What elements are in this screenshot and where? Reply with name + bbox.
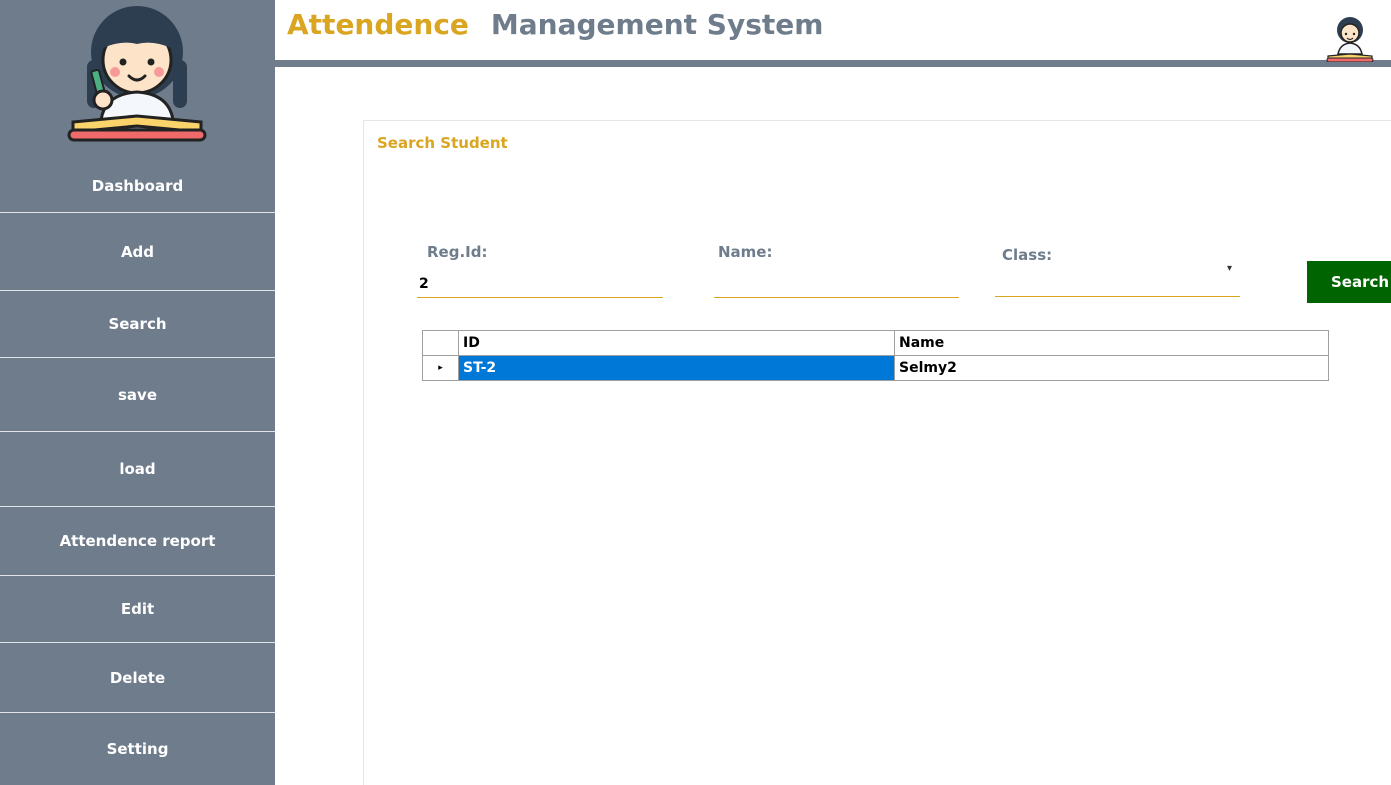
sidebar-item-label: Delete — [109, 668, 166, 687]
page-title: Attendence Management System — [287, 8, 823, 41]
panel-title: Search Student — [377, 134, 508, 152]
sidebar-item-dashboard[interactable]: Dashboard — [0, 160, 275, 212]
sidebar-item-label: Attendence report — [59, 532, 216, 550]
name-label: Name: — [718, 243, 773, 261]
sidebar-item-label: Add — [120, 242, 155, 261]
student-avatar-icon — [1326, 17, 1374, 62]
sidebar-item-add[interactable]: Add — [0, 212, 275, 290]
sidebar-item-delete[interactable]: Delete — [0, 642, 275, 712]
name-input[interactable] — [714, 271, 959, 298]
header-divider — [275, 60, 1391, 67]
row-header-corner — [422, 330, 459, 356]
sidebar-item-label: Dashboard — [91, 177, 184, 195]
search-student-panel — [363, 120, 1391, 785]
column-header-name[interactable]: Name — [894, 330, 1329, 356]
sidebar-item-load[interactable]: load — [0, 431, 275, 506]
sidebar-item-label: Setting — [106, 740, 169, 758]
grid-header-row: ID Name — [422, 330, 1329, 356]
chevron-down-icon[interactable]: ▾ — [1227, 263, 1232, 274]
row-indicator-icon[interactable]: ▸ — [422, 355, 459, 381]
regid-input[interactable] — [417, 271, 663, 298]
sidebar-item-search[interactable]: Search — [0, 290, 275, 357]
class-select[interactable]: ▾ — [995, 263, 1240, 297]
results-grid: ID Name ▸ ST-2 Selmy2 — [422, 330, 1329, 381]
title-word-1: Attendence — [287, 8, 469, 41]
column-header-id[interactable]: ID — [458, 330, 895, 356]
table-row[interactable]: ▸ ST-2 Selmy2 — [422, 355, 1329, 381]
student-reading-icon — [67, 6, 207, 142]
regid-label: Reg.Id: — [427, 243, 488, 261]
sidebar: Dashboard Add Search save load Attendenc… — [0, 0, 275, 785]
cell-id[interactable]: ST-2 — [458, 355, 895, 381]
class-label: Class: — [1002, 246, 1053, 264]
sidebar-item-label: load — [119, 460, 156, 478]
sidebar-item-setting[interactable]: Setting — [0, 712, 275, 785]
cell-name[interactable]: Selmy2 — [894, 355, 1329, 381]
sidebar-item-save[interactable]: save — [0, 357, 275, 431]
title-word-2: Management System — [490, 8, 824, 41]
search-button[interactable]: Search — [1307, 261, 1391, 303]
sidebar-item-label: Edit — [120, 600, 155, 618]
sidebar-item-attendence-report[interactable]: Attendence report — [0, 506, 275, 575]
sidebar-item-label: Search — [108, 315, 167, 333]
sidebar-item-label: save — [117, 385, 157, 404]
sidebar-item-edit[interactable]: Edit — [0, 575, 275, 642]
